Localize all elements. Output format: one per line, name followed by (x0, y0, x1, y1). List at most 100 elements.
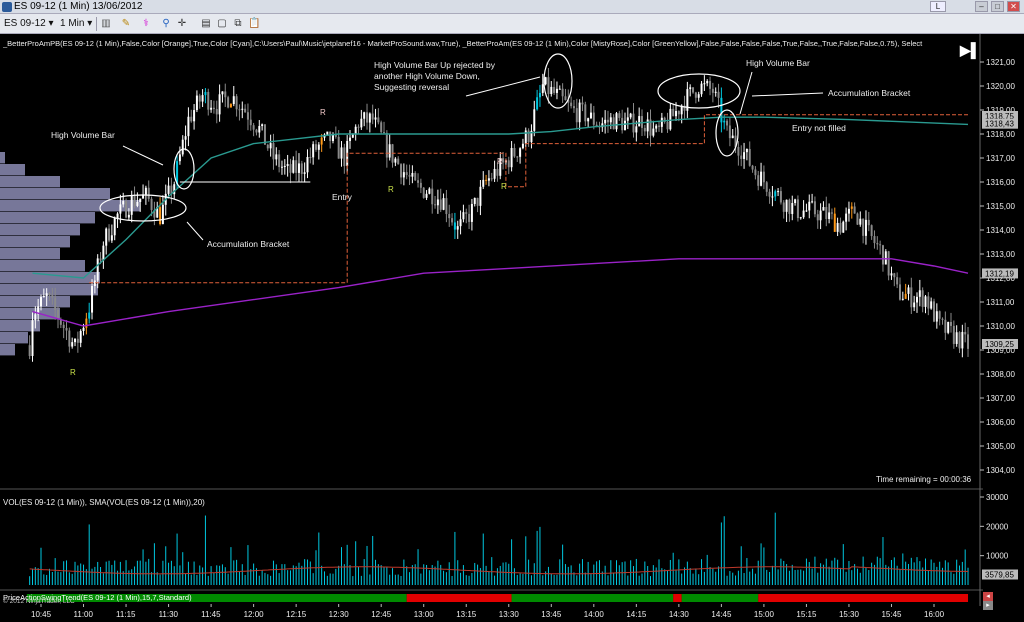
annotation-accumulation-right: Accumulation Bracket (828, 88, 911, 98)
chart-area[interactable]: 1321,00 1320,00 1319,00 1318,00 1317,00 1316,… (0, 34, 1024, 622)
volume-profile-bar (0, 212, 95, 224)
candle-body (28, 345, 31, 356)
candle-body (819, 210, 822, 221)
candle-body (195, 95, 198, 111)
instrument-selector[interactable]: ES 09-12 ▾ (4, 17, 54, 31)
time-tick-label: 11:30 (159, 610, 179, 619)
candle-body (246, 112, 249, 120)
properties-icon[interactable]: ▤ (200, 18, 212, 30)
candle-body (485, 179, 488, 181)
candle-body (102, 245, 105, 261)
candle-body (292, 160, 295, 173)
chart-nav-icon[interactable]: ▶▌ (960, 42, 981, 59)
candle-body (623, 120, 626, 131)
candle-body (833, 213, 836, 232)
draw-tool-icon[interactable]: ✎ (120, 18, 132, 30)
candle-body (910, 287, 913, 308)
candle-body (635, 126, 638, 133)
candle-body (726, 120, 729, 126)
price-tick-label: 1315,00 (986, 202, 1015, 211)
close-button[interactable]: ✕ (1007, 1, 1020, 12)
candle-body (377, 117, 380, 123)
candle-body (760, 171, 763, 186)
volume-profile-bar (0, 344, 15, 356)
candle-body (198, 95, 201, 102)
candle-body (385, 132, 388, 158)
annotation-rejected-1: High Volume Bar Up rejected by (374, 60, 495, 70)
candle-body (456, 226, 459, 230)
r-marker: R (497, 157, 503, 166)
scroll-left-button[interactable]: ◂ (983, 592, 993, 601)
candle-body (487, 178, 490, 181)
candle-body (847, 208, 850, 214)
candle-body (451, 218, 454, 223)
candle-body (108, 228, 111, 241)
volume-profile-bar (0, 236, 70, 248)
candle-body (105, 228, 108, 246)
clipboard-icon[interactable]: 📋 (248, 18, 260, 30)
candle-body (411, 172, 414, 177)
candle-body (136, 202, 139, 206)
time-tick-label: 13:45 (541, 610, 562, 619)
price-tick-label: 1320,00 (986, 82, 1015, 91)
candle-body (652, 128, 655, 136)
minimize-button[interactable]: – (975, 1, 988, 12)
candle-body (314, 144, 317, 150)
candle-body (521, 143, 524, 149)
link-button[interactable]: L (930, 1, 946, 12)
maximize-button[interactable]: □ (991, 1, 1004, 12)
price-tick-label: 1317,00 (986, 154, 1015, 163)
candle-body (689, 87, 692, 90)
bar-type-icon[interactable]: ▥ (100, 18, 112, 30)
candle-body (870, 225, 873, 237)
interval-selector[interactable]: 1 Min ▾ (60, 17, 92, 31)
candle-body (896, 277, 899, 285)
candle-body (215, 108, 218, 115)
candle-body (113, 218, 116, 236)
volume-profile-bar (0, 308, 60, 320)
candle-body (743, 152, 746, 159)
candle-body (400, 164, 403, 178)
candle-body (178, 154, 181, 162)
candle-body (297, 163, 300, 173)
candle-body (110, 235, 113, 241)
candle-body (938, 311, 941, 319)
time-tick-label: 13:30 (499, 610, 520, 619)
candle-body (40, 297, 42, 307)
copy-icon[interactable]: ⧉ (232, 18, 244, 30)
data-box-icon[interactable]: ▢ (216, 18, 228, 30)
candle-body (360, 118, 363, 128)
ema-line (32, 116, 969, 279)
candle-body (354, 126, 357, 135)
candle-body (448, 214, 451, 219)
candle-body (436, 199, 439, 206)
chart-canvas[interactable]: 1321,001320,001319,001318,001317,001316,… (0, 34, 1024, 622)
candle-body (666, 121, 669, 130)
zoom-icon[interactable]: ⚲ (160, 18, 172, 30)
candle-body (955, 332, 958, 344)
indicator-label: _BetterProAmPB(ES 09-12 (1 Min),False,Co… (3, 39, 923, 48)
candle-body (646, 119, 649, 132)
price-tick-label: 1321,00 (986, 58, 1015, 67)
indicator-icon[interactable]: ⚕ (140, 18, 152, 30)
candle-body (933, 301, 935, 322)
candle-body (714, 91, 717, 93)
candle-body (232, 96, 235, 105)
candle-body (439, 199, 442, 210)
scroll-right-button[interactable]: ▸ (983, 601, 993, 610)
window-title: ES 09-12 (1 Min) 13/06/2012 (14, 1, 143, 12)
candle-body (660, 117, 663, 127)
candle-body (289, 164, 292, 173)
candle-body (414, 172, 417, 181)
price-tick-label: 1311,00 (986, 298, 1015, 307)
candle-body (728, 125, 731, 139)
candle-body (901, 298, 904, 300)
candle-body (828, 212, 831, 219)
price-tick-label: 1308,00 (986, 370, 1015, 379)
candle-body (791, 203, 794, 214)
candle-body (669, 108, 672, 130)
candle-body (402, 172, 405, 178)
candle-body (884, 251, 887, 265)
crosshair-icon[interactable]: ✛ (176, 18, 188, 30)
candle-body (252, 125, 255, 130)
